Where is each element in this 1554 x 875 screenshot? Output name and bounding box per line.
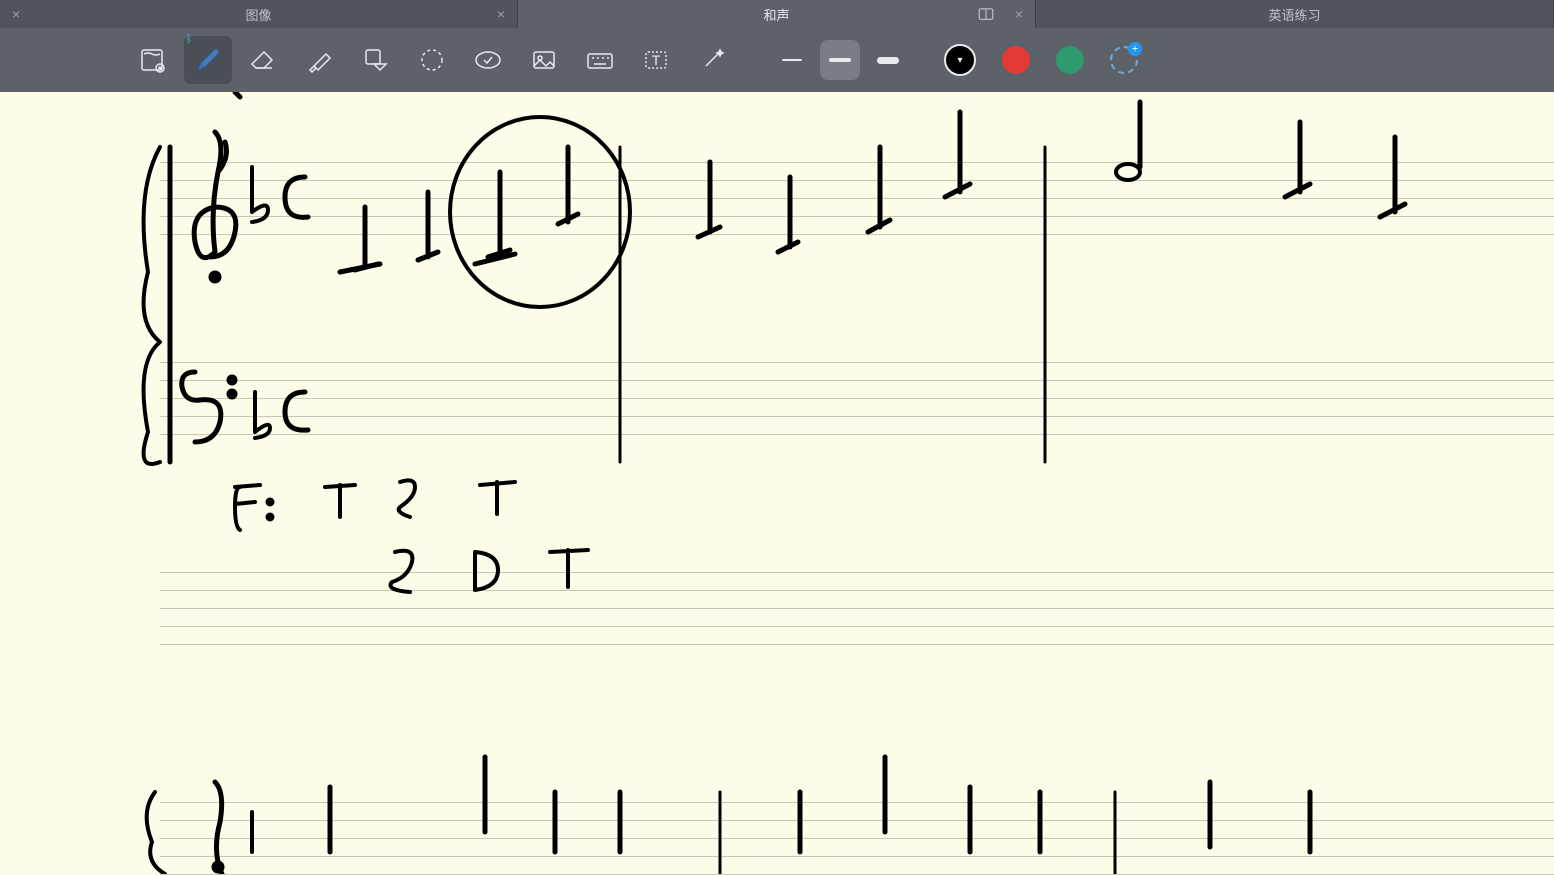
- chevron-down-icon: ▾: [957, 55, 962, 66]
- text-tool[interactable]: T: [632, 36, 680, 84]
- tab-bar: × 图像 × 和声 × 英语练习: [0, 0, 1554, 28]
- split-view-icon[interactable]: [977, 5, 995, 23]
- tab-images[interactable]: × 图像 ×: [0, 0, 518, 28]
- color-picker[interactable]: [1110, 46, 1138, 74]
- bluetooth-icon: ᛒ: [186, 34, 192, 45]
- stroke-medium[interactable]: [820, 40, 860, 80]
- image-tool[interactable]: [520, 36, 568, 84]
- svg-text:T: T: [652, 52, 661, 68]
- keyboard-tool[interactable]: [576, 36, 624, 84]
- tab-label: 英语练习: [1268, 5, 1320, 24]
- lasso-tool[interactable]: [408, 36, 456, 84]
- magic-tool[interactable]: [688, 36, 736, 84]
- tab-harmony[interactable]: 和声 ×: [518, 0, 1036, 28]
- add-page-button[interactable]: [128, 36, 176, 84]
- tab-english[interactable]: 英语练习: [1036, 0, 1554, 28]
- shape-tool[interactable]: [352, 36, 400, 84]
- eraser-tool[interactable]: [240, 36, 288, 84]
- color-black[interactable]: ▾: [944, 44, 976, 76]
- close-icon[interactable]: ×: [1015, 6, 1023, 22]
- tab-label: 和声: [763, 5, 789, 24]
- color-red[interactable]: [1002, 46, 1030, 74]
- color-green[interactable]: [1056, 46, 1084, 74]
- close-icon[interactable]: ×: [12, 6, 20, 22]
- handwritten-notation: [0, 92, 1554, 874]
- close-icon[interactable]: ×: [497, 6, 505, 22]
- canvas[interactable]: [0, 92, 1554, 874]
- toolbar: ᛒ T ▾: [0, 28, 1554, 92]
- stroke-thin[interactable]: [772, 40, 812, 80]
- tab-label: 图像: [245, 5, 271, 24]
- pen-tool[interactable]: ᛒ: [184, 36, 232, 84]
- stamp-tool[interactable]: [464, 36, 512, 84]
- highlighter-tool[interactable]: [296, 36, 344, 84]
- stroke-thick[interactable]: [868, 40, 908, 80]
